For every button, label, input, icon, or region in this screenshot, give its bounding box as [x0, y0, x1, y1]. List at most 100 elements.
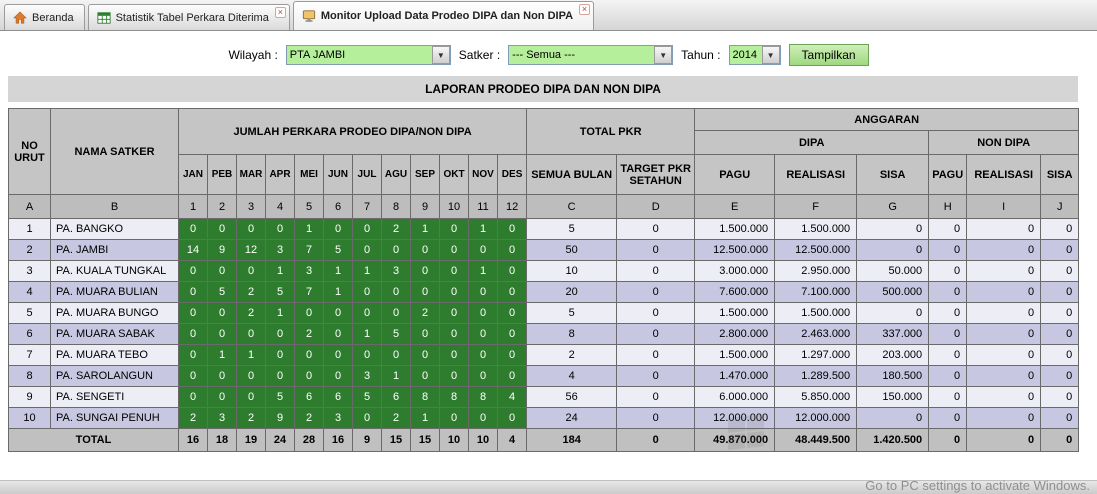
semua-bulan-value: 24: [526, 407, 618, 429]
col-header-agu: AGU: [381, 154, 411, 195]
nondipa-pagu-value: 0: [928, 281, 968, 303]
total-semua-bulan: 184: [526, 428, 618, 452]
month-value-cell: 2: [178, 407, 208, 429]
month-value-cell: 3: [294, 260, 324, 282]
month-value-cell: 0: [410, 260, 440, 282]
month-value-cell: 0: [352, 344, 382, 366]
dipa-realisasi-value: 1.297.000: [774, 344, 858, 366]
month-value-cell: 0: [207, 365, 237, 387]
col-header-apr: APR: [265, 154, 295, 195]
nondipa-sisa-value: 0: [1040, 218, 1080, 240]
letter-3: 3: [236, 194, 266, 219]
target-value: 0: [616, 365, 696, 387]
dipa-sisa-value: 180.500: [856, 365, 930, 387]
month-value-cell: 0: [496, 407, 528, 429]
month-value-cell: 0: [410, 323, 440, 345]
month-value-cell: 8: [468, 386, 498, 408]
col-header-okt: OKT: [439, 154, 469, 195]
col-header-jun: JUN: [323, 154, 353, 195]
month-value-cell: 9: [265, 407, 295, 429]
month-value-cell: 0: [352, 218, 382, 240]
nondipa-sisa-value: 0: [1040, 386, 1080, 408]
month-value-cell: 2: [410, 302, 440, 324]
month-value-cell: 0: [207, 218, 237, 240]
tahun-select[interactable]: 2014: [728, 45, 781, 65]
dipa-pagu-value: 1.500.000: [694, 218, 776, 240]
row-no: 5: [8, 302, 51, 324]
total-peb: 18: [207, 428, 237, 452]
month-value-cell: 0: [439, 239, 469, 261]
month-value-cell: 0: [468, 344, 498, 366]
tab-beranda[interactable]: Beranda: [4, 4, 85, 30]
month-value-cell: 0: [352, 281, 382, 303]
nondipa-pagu-value: 0: [928, 365, 968, 387]
nondipa-realisasi-value: 0: [966, 302, 1042, 324]
row-satker: PA. KUALA TUNGKAL: [50, 260, 179, 282]
month-value-cell: 5: [265, 281, 295, 303]
month-value-cell: 5: [381, 323, 411, 345]
nondipa-realisasi-value: 0: [966, 344, 1042, 366]
month-value-cell: 6: [323, 386, 353, 408]
target-value: 0: [616, 323, 696, 345]
letter-11: 11: [468, 194, 498, 219]
table-row: 1 PA. BANGKO 0 0 0 0 1 0 0 2 1 0 1 0 5 0 1.500.000 1.500.…: [8, 218, 1080, 240]
satker-label: Satker :: [458, 48, 501, 62]
letter-9: 9: [410, 194, 440, 219]
dipa-sisa-value: 500.000: [856, 281, 930, 303]
col-header-nondipa-realisasi: REALISASI: [966, 154, 1042, 195]
letter-4: 4: [265, 194, 295, 219]
dipa-realisasi-value: 12.500.000: [774, 239, 858, 261]
month-value-cell: 0: [236, 260, 266, 282]
nondipa-realisasi-value: 0: [966, 260, 1042, 282]
month-value-cell: 0: [496, 365, 528, 387]
row-satker: PA. SAROLANGUN: [50, 365, 179, 387]
nondipa-realisasi-value: 0: [966, 218, 1042, 240]
tampilkan-button[interactable]: Tampilkan: [788, 44, 869, 66]
dipa-sisa-value: 0: [856, 239, 930, 261]
dipa-pagu-value: 2.800.000: [694, 323, 776, 345]
month-value-cell: 0: [207, 302, 237, 324]
satker-select[interactable]: --- Semua ---: [508, 45, 674, 65]
month-value-cell: 5: [352, 386, 382, 408]
row-no: 4: [8, 281, 51, 303]
month-value-cell: 0: [439, 344, 469, 366]
month-value-cell: 1: [323, 260, 353, 282]
report-rows: 1 PA. BANGKO 0 0 0 0 1 0 0 2 1 0 1 0 5 0 1.500.000 1.500.…: [8, 218, 1080, 429]
wilayah-select[interactable]: PTA JAMBI: [285, 45, 451, 65]
close-icon[interactable]: ×: [274, 7, 286, 18]
col-header-no-urut: NO URUT: [8, 108, 51, 195]
row-satker: PA. MUARA SABAK: [50, 323, 179, 345]
dipa-pagu-value: 6.000.000: [694, 386, 776, 408]
month-value-cell: 1: [352, 260, 382, 282]
tab-label: Monitor Upload Data Prodeo DIPA dan Non …: [320, 10, 574, 22]
month-value-cell: 1: [265, 260, 295, 282]
month-value-cell: 0: [265, 344, 295, 366]
month-value-cell: 0: [294, 365, 324, 387]
month-value-cell: 0: [323, 218, 353, 240]
close-icon[interactable]: ×: [579, 4, 591, 15]
month-value-cell: 6: [294, 386, 324, 408]
month-value-cell: 0: [207, 323, 237, 345]
total-mei: 28: [294, 428, 324, 452]
table-row: 10 PA. SUNGAI PENUH 2 3 2 9 2 3 0 2 1 0 0 0 24 0 12.000.…: [8, 407, 1080, 429]
letter-h: H: [928, 194, 968, 219]
col-header-des: DES: [496, 154, 528, 195]
total-target: 0: [616, 428, 696, 452]
dipa-realisasi-value: 12.000.000: [774, 407, 858, 429]
month-value-cell: 0: [323, 344, 353, 366]
tab-monitor-upload-data-prodeo[interactable]: Monitor Upload Data Prodeo DIPA dan Non …: [292, 1, 595, 30]
semua-bulan-value: 2: [526, 344, 618, 366]
dipa-sisa-value: 50.000: [856, 260, 930, 282]
month-value-cell: 0: [178, 218, 208, 240]
month-value-cell: 2: [294, 323, 324, 345]
month-value-cell: 0: [468, 302, 498, 324]
dipa-sisa-value: 337.000: [856, 323, 930, 345]
semua-bulan-value: 8: [526, 323, 618, 345]
col-header-anggaran: ANGGARAN: [694, 108, 1080, 131]
month-value-cell: 0: [410, 281, 440, 303]
tab-statistik-tabel-perkara-diterima[interactable]: Statistik Tabel Perkara Diterima ×: [87, 4, 290, 30]
table-row: 4 PA. MUARA BULIAN 0 5 2 5 7 1 0 0 0 0 0 0 20 0 7.600.00…: [8, 281, 1080, 303]
month-value-cell: 1: [265, 302, 295, 324]
total-jun: 16: [323, 428, 353, 452]
month-value-cell: 0: [496, 323, 528, 345]
